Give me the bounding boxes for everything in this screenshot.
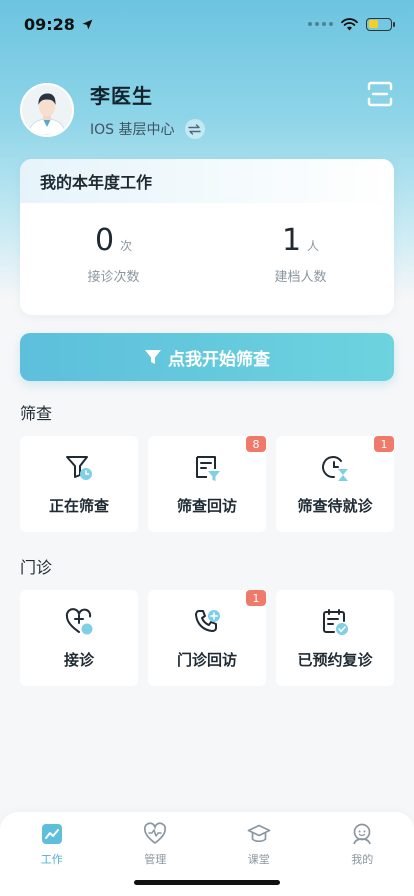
tile-label: 筛查待就诊 [297, 496, 373, 515]
wifi-icon [341, 17, 358, 30]
tab-label: 管理 [144, 853, 167, 866]
stat-unit: 人 [307, 239, 320, 253]
tile-booked-revisit[interactable]: 已预约复诊 [276, 590, 394, 686]
person-icon [353, 823, 372, 845]
stat-label: 接诊次数 [87, 270, 140, 285]
battery-icon [366, 17, 395, 31]
organization-name: IOS 基层中心 [90, 122, 175, 138]
status-bar: 09:28 [0, 0, 414, 48]
tile-label: 正在筛查 [48, 496, 109, 515]
avatar[interactable] [20, 82, 74, 137]
start-screening-label: 点我开始筛查 [168, 349, 270, 370]
stat-records[interactable]: 1 人 建档人数 [207, 203, 394, 315]
stat-visits[interactable]: 0 次 接诊次数 [20, 203, 207, 315]
graduation-cap-icon [247, 824, 271, 843]
phone-add-icon [195, 609, 220, 632]
doctor-name: 李医生 [90, 84, 153, 108]
tab-work[interactable]: 工作 [0, 812, 104, 896]
filter-clock-icon [66, 455, 92, 480]
annual-stats: 0 次 接诊次数 1 人 建档人数 [20, 203, 394, 315]
annual-work-title: 我的本年度工作 [20, 159, 394, 203]
tile-clinic-followup[interactable]: 1 门诊回访 [148, 590, 266, 686]
tile-screening-followup[interactable]: 8 筛查回访 [148, 436, 266, 532]
tile-label: 接诊 [63, 650, 94, 669]
tab-label: 课堂 [247, 853, 270, 866]
clinic-section-title: 门诊 [20, 558, 53, 577]
timer-hourglass-icon [322, 455, 348, 481]
count-badge: 8 [246, 436, 266, 452]
home-indicator [134, 880, 280, 885]
heart-pulse-icon [144, 822, 167, 845]
tab-label: 我的 [351, 853, 374, 866]
tile-screening-in-progress[interactable]: 正在筛查 [20, 436, 138, 532]
count-badge: 1 [374, 436, 394, 452]
start-screening-button[interactable]: 点我开始筛查 [20, 333, 394, 381]
doctor-avatar-icon [22, 84, 72, 135]
switch-organization-icon[interactable] [184, 119, 205, 139]
tab-mine[interactable]: 我的 [311, 812, 414, 896]
status-time: 09:28 [24, 15, 94, 34]
tile-label: 门诊回访 [176, 650, 237, 669]
screening-section-title: 筛查 [20, 404, 53, 423]
filter-icon [145, 350, 161, 364]
tab-label: 工作 [40, 853, 63, 866]
profile-header[interactable]: 李医生 IOS 基层中心 [20, 80, 205, 139]
document-filter-icon [196, 455, 220, 481]
scan-icon[interactable] [366, 80, 394, 108]
location-arrow-icon [82, 19, 93, 29]
count-badge: 1 [246, 590, 266, 606]
status-time-text: 09:28 [24, 14, 75, 34]
stat-value: 0 [94, 223, 115, 258]
organization-row: IOS 基层中心 [90, 119, 205, 139]
signal-icon [308, 22, 333, 26]
profile-info: 李医生 IOS 基层中心 [90, 80, 205, 139]
tile-receive-patient[interactable]: 接诊 [20, 590, 138, 686]
calendar-check-icon [323, 608, 348, 635]
chart-icon [41, 824, 62, 844]
stat-unit: 次 [120, 239, 133, 253]
status-icons [308, 17, 395, 31]
tile-label: 筛查回访 [176, 496, 237, 515]
stat-value: 1 [281, 223, 302, 258]
tile-screening-pending-visit[interactable]: 1 筛查待就诊 [276, 436, 394, 532]
heart-add-icon [65, 607, 93, 634]
tile-label: 已预约复诊 [297, 650, 373, 669]
annual-work-card: 我的本年度工作 0 次 接诊次数 1 人 建档人数 [20, 159, 394, 315]
stat-label: 建档人数 [274, 270, 327, 285]
